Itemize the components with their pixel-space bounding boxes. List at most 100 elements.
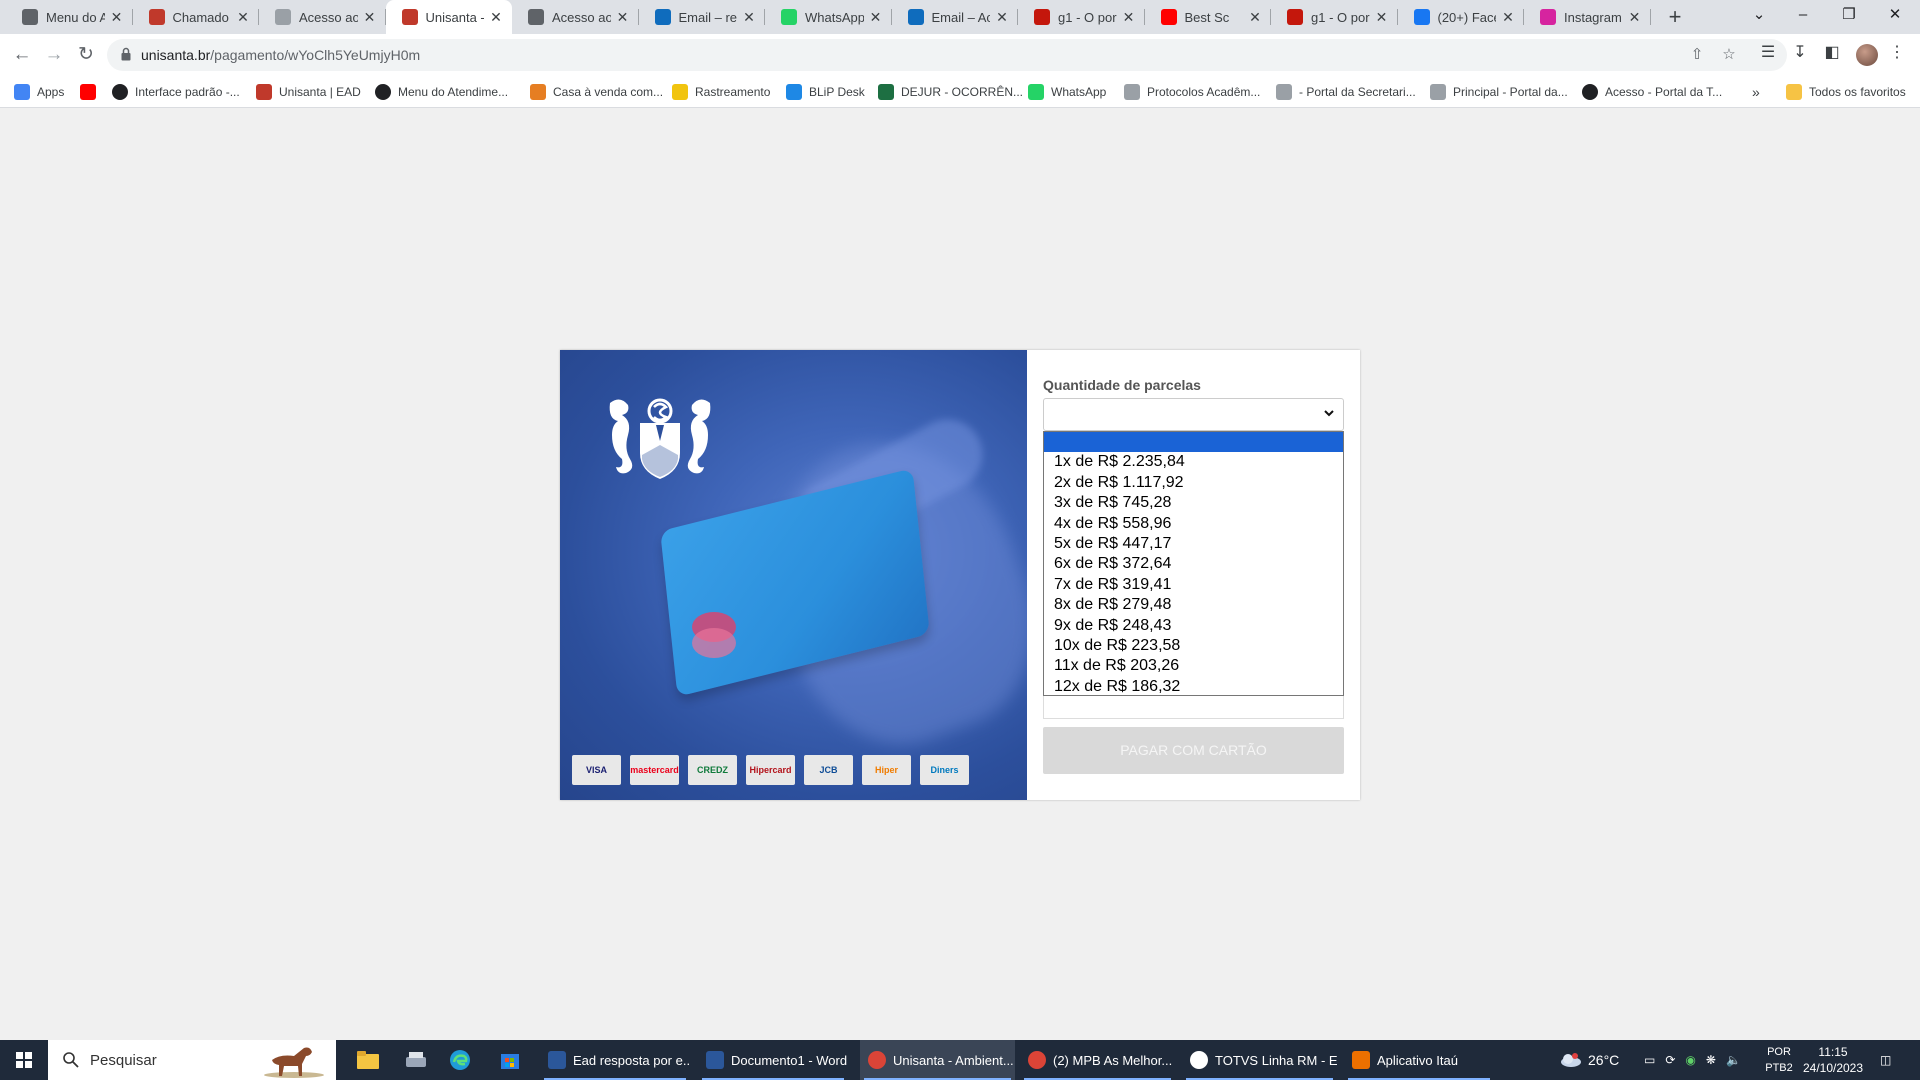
bookmark-label: Menu do Atendime... — [398, 85, 509, 99]
close-tab-icon[interactable]: ✕ — [362, 9, 378, 26]
browser-tab[interactable]: (20+) Facel✕ — [1398, 0, 1524, 34]
close-tab-icon[interactable]: ✕ — [235, 9, 251, 26]
outlook-icon — [907, 9, 924, 25]
browser-tab[interactable]: Menu do A ✕ — [6, 0, 133, 34]
installment-option[interactable]: 4x de R$ 558,96 — [1044, 514, 1343, 534]
bookmark-item[interactable]: Protocolos Acadêm... — [1124, 83, 1260, 101]
close-tab-icon[interactable]: ✕ — [994, 9, 1010, 26]
tab-search-icon[interactable]: ⌄ — [1736, 0, 1782, 34]
pay-with-card-button[interactable]: PAGAR COM CARTÃO — [1043, 727, 1344, 774]
sync-icon[interactable]: ⟳ — [1665, 1053, 1675, 1067]
browser-tab[interactable]: Acesso ao ✕ — [259, 0, 386, 34]
browser-tab[interactable]: Acesso ao ✕ — [512, 0, 639, 34]
installment-option[interactable]: 8x de R$ 279,48 — [1044, 595, 1343, 615]
browser-tab[interactable]: Instagram ✕ — [1524, 0, 1651, 34]
share-icon[interactable]: ⇧ — [1687, 45, 1707, 65]
taskbar-search-box[interactable]: Pesquisar — [48, 1040, 336, 1080]
edge-browser-icon[interactable] — [440, 1040, 480, 1080]
minimize-icon[interactable]: – — [1780, 0, 1826, 34]
word-icon — [548, 1051, 566, 1069]
bookmark-item[interactable]: DEJUR - OCORRÊN... — [878, 83, 1023, 101]
taskbar-window-button[interactable]: Ead resposta por e... — [540, 1040, 690, 1080]
close-tab-icon[interactable]: ✕ — [868, 9, 884, 26]
download-icon[interactable]: ↧ — [1789, 42, 1811, 64]
taskbar-window-button[interactable]: Documento1 - Word — [698, 1040, 848, 1080]
windows-start-icon[interactable] — [0, 1040, 48, 1080]
profile-avatar[interactable] — [1856, 44, 1878, 66]
bookmark-item[interactable]: Rastreamento — [672, 83, 770, 101]
installment-option[interactable]: 7x de R$ 319,41 — [1044, 575, 1343, 595]
taskbar-window-button[interactable]: TOTVS Linha RM - E... — [1182, 1040, 1337, 1080]
browser-tab[interactable]: g1 - O por ✕ — [1271, 0, 1398, 34]
browser-tab[interactable]: Best Sc ✕ — [1145, 0, 1271, 34]
notifications-icon[interactable]: ◫ — [1880, 1040, 1891, 1080]
installment-option[interactable]: 10x de R$ 223,58 — [1044, 636, 1343, 656]
installment-option[interactable]: 12x de R$ 186,32 — [1044, 677, 1343, 697]
weather-widget[interactable]: 26°C — [1560, 1040, 1619, 1080]
language-indicator[interactable]: POR PTB2 — [1762, 1044, 1796, 1076]
maximize-icon[interactable]: ❐ — [1826, 0, 1872, 34]
bookmark-star-icon[interactable]: ☆ — [1719, 45, 1739, 65]
close-tab-icon[interactable]: ✕ — [488, 9, 504, 26]
browser-tab[interactable]: Chamado (✕ — [133, 0, 259, 34]
lock-icon[interactable] — [121, 47, 131, 61]
system-clock[interactable]: 11:15 24/10/2023 — [1798, 1044, 1868, 1076]
menu-kebab-icon[interactable]: ⋮ — [1886, 42, 1908, 64]
close-window-icon[interactable]: ✕ — [1872, 0, 1918, 34]
installment-option[interactable]: 1x de R$ 2.235,84 — [1044, 452, 1343, 472]
side-panel-icon[interactable]: ◧ — [1821, 42, 1843, 64]
installments-dropdown[interactable]: 1x de R$ 2.235,84 2x de R$ 1.117,92 3x de … — [1043, 431, 1344, 696]
wifi-icon[interactable]: ❋ — [1706, 1053, 1716, 1067]
taskbar-window-button[interactable]: Aplicativo Itaú — [1344, 1040, 1494, 1080]
close-tab-icon[interactable]: ✕ — [1247, 9, 1263, 26]
installments-select[interactable] — [1043, 398, 1344, 431]
bookmark-item[interactable] — [80, 83, 103, 101]
bookmark-item[interactable]: Casa à venda com... — [530, 83, 663, 101]
forward-icon[interactable]: → — [40, 41, 68, 69]
bookmarks-overflow-icon[interactable]: » — [1752, 83, 1760, 101]
installment-option[interactable]: 3x de R$ 745,28 — [1044, 493, 1343, 513]
taskbar-window-button[interactable]: (2) MPB As Melhor... — [1020, 1040, 1175, 1080]
installment-option[interactable]: 6x de R$ 372,64 — [1044, 554, 1343, 574]
installment-option[interactable]: 2x de R$ 1.117,92 — [1044, 473, 1343, 493]
reload-icon[interactable]: ↻ — [72, 41, 100, 69]
bookmark-item[interactable]: - Portal da Secretari... — [1276, 83, 1416, 101]
volume-icon[interactable]: 🔈 — [1726, 1053, 1741, 1067]
back-icon[interactable]: ← — [8, 41, 36, 69]
bookmark-item[interactable]: Acesso - Portal da T... — [1582, 83, 1722, 101]
new-tab-button[interactable]: + — [1662, 4, 1688, 30]
file-explorer-icon[interactable] — [348, 1040, 388, 1080]
close-tab-icon[interactable]: ✕ — [1121, 9, 1137, 26]
close-tab-icon[interactable]: ✕ — [109, 9, 125, 26]
browser-tab[interactable]: WhatsApp ✕ — [765, 0, 892, 34]
bookmark-item[interactable]: BLiP Desk — [786, 83, 865, 101]
taskbar-window-button[interactable]: Unisanta - Ambient... — [860, 1040, 1015, 1080]
bookmark-item[interactable]: Apps — [14, 83, 64, 101]
bookmark-item[interactable]: Principal - Portal da... — [1430, 83, 1568, 101]
installment-option[interactable]: 5x de R$ 447,17 — [1044, 534, 1343, 554]
scanner-app-icon[interactable] — [396, 1040, 436, 1080]
browser-tab[interactable]: Unisanta - ✕ — [385, 0, 512, 34]
close-tab-icon[interactable]: ✕ — [615, 9, 631, 26]
browser-tab[interactable]: Email – rei ✕ — [639, 0, 765, 34]
url-text[interactable]: unisanta.br/pagamento/wYoClh5YeUmjyH0m — [141, 47, 420, 63]
bookmark-item[interactable]: WhatsApp — [1028, 83, 1106, 101]
microsoft-store-icon[interactable] — [490, 1040, 530, 1080]
bookmark-item[interactable]: Interface padrão -... — [112, 83, 240, 101]
bookmark-item[interactable]: Unisanta | EAD — [256, 83, 361, 101]
installment-option[interactable]: 9x de R$ 248,43 — [1044, 616, 1343, 636]
bookmark-item[interactable]: Menu do Atendime... — [375, 83, 508, 101]
security-shield-icon[interactable]: ◉ — [1685, 1053, 1695, 1067]
installment-option[interactable]: 11x de R$ 203,26 — [1044, 656, 1343, 676]
all-bookmarks-folder[interactable]: Todos os favoritos — [1786, 83, 1906, 101]
close-tab-icon[interactable]: ✕ — [1500, 9, 1516, 26]
browser-tab[interactable]: g1 - O por ✕ — [1018, 0, 1145, 34]
close-tab-icon[interactable]: ✕ — [1374, 9, 1390, 26]
address-bar[interactable]: unisanta.br/pagamento/wYoClh5YeUmjyH0m ⇧… — [107, 39, 1787, 71]
reading-list-icon[interactable]: ☰ — [1757, 42, 1779, 64]
installment-option[interactable] — [1044, 432, 1343, 453]
network-icon[interactable]: ▭ — [1644, 1053, 1655, 1067]
close-tab-icon[interactable]: ✕ — [741, 9, 757, 26]
close-tab-icon[interactable]: ✕ — [1627, 9, 1643, 26]
browser-tab[interactable]: Email – Acc✕ — [892, 0, 1018, 34]
